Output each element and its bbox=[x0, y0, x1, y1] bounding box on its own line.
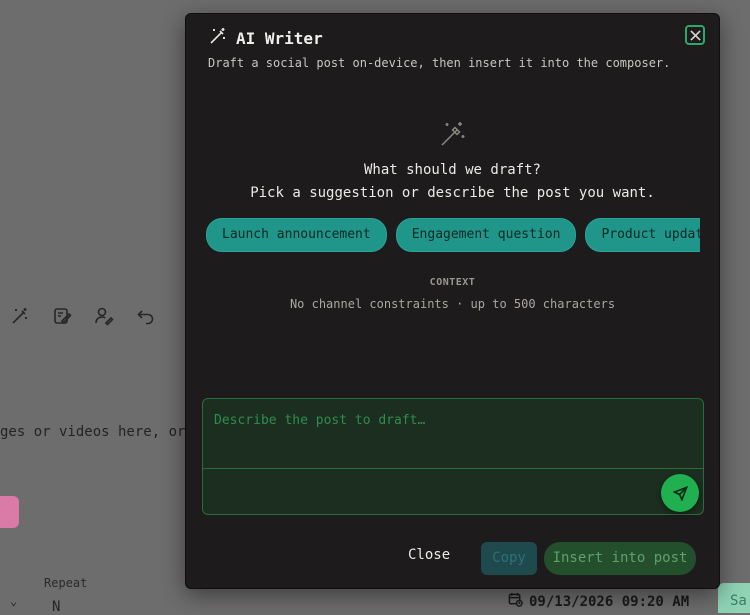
save-button[interactable]: Sa bbox=[718, 583, 750, 613]
context-value: No channel constraints · up to 500 chara… bbox=[289, 297, 616, 311]
composer-toolbar bbox=[10, 306, 156, 326]
calendar-clock-icon bbox=[508, 592, 523, 611]
send-button[interactable] bbox=[661, 474, 699, 512]
schedule-datetime[interactable]: 09/13/2026 09:20 AM bbox=[508, 592, 689, 611]
repeat-label: Repeat bbox=[44, 576, 88, 590]
suggestion-chip-engagement-question[interactable]: Engagement question bbox=[395, 218, 577, 252]
repeat-select[interactable]: N bbox=[52, 599, 60, 615]
dialog-subtitle: Draft a social post on-device, then inse… bbox=[208, 56, 671, 70]
media-dropzone-text: ges or videos here, or bbox=[0, 424, 186, 440]
schedule-value: 09/13/2026 09:20 AM bbox=[529, 593, 690, 610]
undo-icon[interactable] bbox=[136, 306, 156, 326]
suggestion-chips: Launch announcement Engagement question … bbox=[206, 218, 700, 254]
insert-into-post-button[interactable]: Insert into post bbox=[544, 542, 696, 575]
dialog-title: AI Writer bbox=[236, 28, 323, 48]
prompt-input[interactable] bbox=[203, 399, 703, 469]
chevron-down-icon: ⌄ bbox=[10, 594, 18, 608]
magic-wand-icon bbox=[208, 26, 228, 50]
note-edit-icon[interactable] bbox=[52, 306, 72, 326]
close-dialog-button[interactable] bbox=[685, 25, 705, 45]
suggestion-chip-launch-announcement[interactable]: Launch announcement bbox=[206, 218, 387, 252]
close-icon bbox=[689, 29, 701, 41]
send-icon bbox=[672, 485, 688, 501]
context-label: CONTEXT bbox=[429, 277, 476, 288]
close-button[interactable]: Close bbox=[408, 547, 450, 563]
pink-tag bbox=[0, 496, 19, 528]
magic-wand-icon bbox=[438, 119, 468, 149]
copy-button[interactable]: Copy bbox=[481, 542, 537, 575]
dialog-header: AI Writer Draft a social post on-device,… bbox=[208, 26, 670, 70]
empty-state-help: Pick a suggestion or describe the post y… bbox=[250, 185, 655, 201]
prompt-composer bbox=[202, 398, 704, 515]
ai-writer-dialog: AI Writer Draft a social post on-device,… bbox=[185, 13, 720, 589]
empty-state-question: What should we draft? bbox=[363, 162, 541, 178]
user-edit-icon[interactable] bbox=[94, 306, 114, 326]
suggestion-chip-product-update[interactable]: Product update bbox=[585, 218, 700, 252]
magic-wand-icon[interactable] bbox=[10, 306, 30, 326]
